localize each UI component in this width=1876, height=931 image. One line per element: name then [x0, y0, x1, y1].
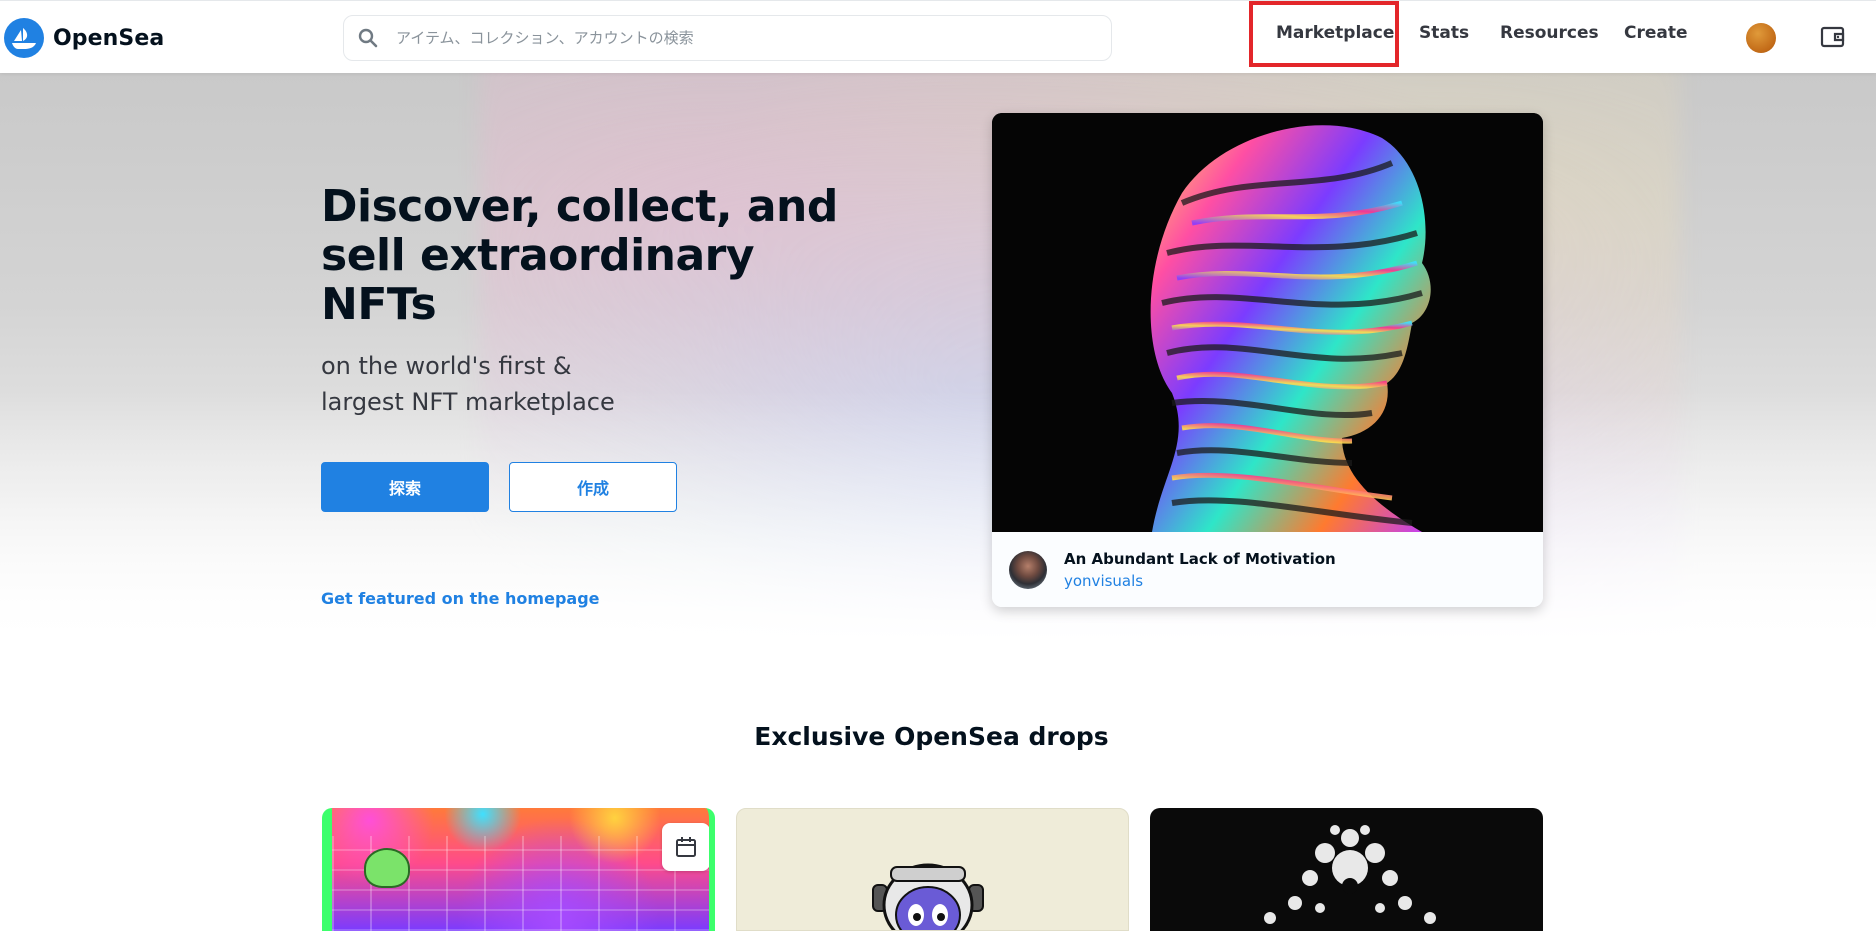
explore-button[interactable]: 探索 [321, 462, 489, 512]
featured-nft-name[interactable]: An Abundant Lack of Motivation [1064, 550, 1336, 568]
create-button[interactable]: 作成 [509, 462, 677, 512]
featured-nft-card[interactable]: An Abundant Lack of Motivation yonvisual… [992, 113, 1543, 607]
search-input[interactable] [394, 28, 1074, 48]
opensea-logo[interactable]: OpenSea [4, 18, 164, 58]
creator-avatar[interactable] [1009, 551, 1047, 589]
wallet-icon[interactable] [1820, 24, 1846, 50]
top-nav-bar: OpenSea Marketplace Stats Resources Crea… [0, 0, 1876, 73]
featured-nft-image[interactable] [992, 113, 1543, 532]
logo-text: OpenSea [53, 25, 165, 51]
hero-subtitle: on the world's first & largest NFT marke… [321, 352, 615, 416]
nav-marketplace[interactable]: Marketplace [1276, 23, 1394, 43]
featured-artwork [992, 113, 1543, 532]
nav-resources[interactable]: Resources [1500, 23, 1599, 43]
opensea-logo-icon [4, 18, 44, 58]
drops-section-title: Exclusive OpenSea drops [754, 722, 1109, 751]
nav-create[interactable]: Create [1624, 23, 1688, 43]
drop-mascot-image [364, 848, 410, 888]
drop-card[interactable] [1150, 808, 1543, 931]
fractal-artwork [1264, 825, 1436, 924]
nav-stats[interactable]: Stats [1419, 23, 1469, 43]
featured-nft-footer: An Abundant Lack of Motivation yonvisual… [992, 532, 1543, 607]
get-featured-link[interactable]: Get featured on the homepage [321, 589, 600, 608]
drop-card[interactable] [736, 808, 1129, 931]
calendar-button[interactable] [662, 823, 709, 871]
drop-card[interactable] [322, 808, 715, 931]
astronaut-robot-image [872, 863, 984, 930]
search-icon [358, 28, 378, 48]
hero-title: Discover, collect, and sell extraordinar… [321, 181, 838, 330]
profile-avatar[interactable] [1746, 23, 1776, 53]
featured-nft-creator[interactable]: yonvisuals [1064, 572, 1143, 590]
search-bar[interactable] [343, 15, 1112, 61]
hero-fade [0, 73, 1876, 650]
hero-section: Discover, collect, and sell extraordinar… [0, 73, 1876, 650]
calendar-icon [676, 837, 696, 857]
